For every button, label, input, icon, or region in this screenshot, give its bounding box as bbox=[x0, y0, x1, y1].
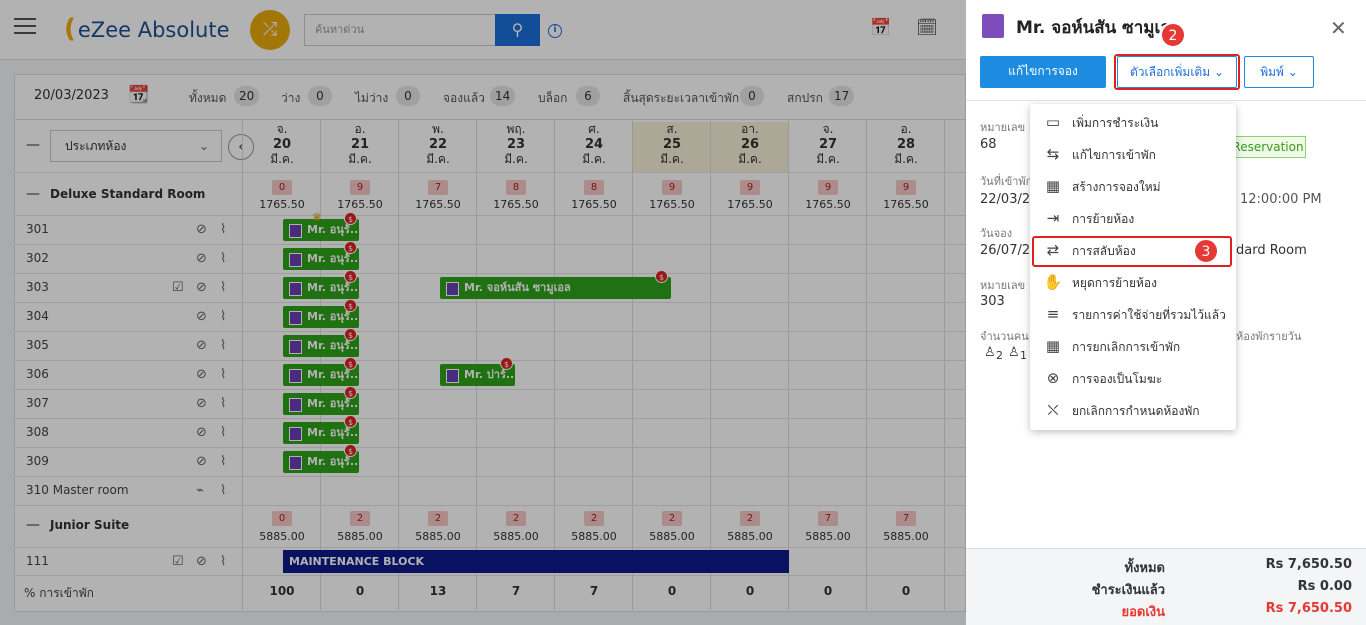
menu-item-inclusions[interactable]: ≡ รายการค่าใช้จ่ายที่รวมไว้แล้ว bbox=[1042, 298, 1232, 330]
field-value: 303 bbox=[980, 294, 1005, 309]
room-type-value: dard Room bbox=[1236, 243, 1307, 258]
field-value: 68 bbox=[980, 137, 997, 152]
menu-item-void[interactable]: ⊗ การจองเป็นโมฆะ bbox=[1042, 362, 1232, 394]
rate-type-value: ห้องพักรายวัน bbox=[1236, 330, 1302, 343]
building-icon bbox=[982, 14, 1004, 38]
menu-item-cancel-stay[interactable]: ▦ การยกเลิกการเข้าพัก bbox=[1042, 330, 1232, 362]
field-label: หมายเลข bbox=[980, 279, 1026, 292]
move-room-icon: ⇥ bbox=[1046, 209, 1060, 227]
adults-count: 2 bbox=[996, 349, 1003, 362]
children-count: 1 bbox=[1020, 349, 1027, 362]
print-button[interactable]: พิมพ์ ⌄ bbox=[1244, 56, 1314, 88]
more-options-button[interactable]: ตัวเลือกเพิ่มเติม ⌄ bbox=[1117, 56, 1237, 88]
panel-title: Mr. จอห์นสัน ซามูเอล bbox=[1016, 18, 1181, 38]
menu-item-add-payment[interactable]: ▭ เพิ่มการชำระเงิน bbox=[1042, 106, 1232, 138]
menu-item-stop-room-move[interactable]: ✋ หยุดการย้ายห้อง bbox=[1042, 266, 1232, 298]
menu-item-new-booking[interactable]: ▦ สร้างการจองใหม่ bbox=[1042, 170, 1232, 202]
card-icon: ▭ bbox=[1045, 113, 1061, 131]
chevron-down-icon: ⌄ bbox=[1213, 65, 1225, 79]
close-icon[interactable]: ✕ bbox=[1330, 16, 1347, 40]
swap-room-icon: ⇄ bbox=[1046, 241, 1060, 259]
menu-item-amend-stay[interactable]: ⇆ แก้ไขการเข้าพัก bbox=[1042, 138, 1232, 170]
field-label: หมายเลข bbox=[980, 121, 1026, 134]
adult-icon: ♙ bbox=[984, 345, 996, 360]
total-label: ทั้งหมด bbox=[1124, 561, 1166, 576]
expense-icon: ≡ bbox=[1046, 305, 1060, 323]
modal-overlay[interactable] bbox=[0, 0, 966, 625]
balance-value: Rs 7,650.50 bbox=[1265, 601, 1352, 616]
total-value: Rs 7,650.50 bbox=[1265, 557, 1352, 572]
menu-item-room-move[interactable]: ⇥ การย้ายห้อง bbox=[1042, 202, 1232, 234]
cancel-calendar-icon: ▦ bbox=[1045, 337, 1061, 355]
chevron-down-icon: ⌄ bbox=[1287, 65, 1298, 79]
step-badge: 3 bbox=[1193, 238, 1219, 264]
edit-booking-button[interactable]: แก้ไขการจอง bbox=[980, 56, 1106, 88]
child-icon: ♙ bbox=[1008, 345, 1020, 360]
checkin-time: 12:00:00 PM bbox=[1240, 192, 1322, 207]
calendar-icon: ▦ bbox=[1045, 177, 1061, 195]
paid-value: Rs 0.00 bbox=[1297, 579, 1352, 594]
balance-label: ยอดเงิน bbox=[1121, 605, 1165, 620]
hand-icon: ✋ bbox=[1043, 273, 1063, 291]
unassign-room-icon: ⛌ bbox=[1047, 401, 1059, 419]
field-label: วันที่เข้าพัก bbox=[980, 175, 1033, 188]
field-label: จำนวนคน bbox=[980, 330, 1029, 343]
menu-item-unassign-room[interactable]: ⛌ ยกเลิกการกำหนดห้องพัก bbox=[1042, 394, 1232, 426]
field-label: วันจอง bbox=[980, 227, 1013, 240]
edit-stay-icon: ⇆ bbox=[1046, 145, 1060, 163]
x-circle-icon: ⊗ bbox=[1046, 369, 1060, 387]
status-badge: Reservation bbox=[1230, 136, 1306, 158]
paid-label: ชำระเงินแล้ว bbox=[1091, 583, 1165, 598]
step-badge: 2 bbox=[1160, 22, 1186, 48]
